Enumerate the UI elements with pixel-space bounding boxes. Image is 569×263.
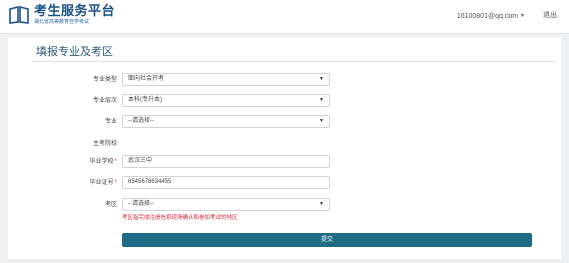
certificate-no-input[interactable]: 6545678634455 bbox=[122, 176, 330, 189]
chevron-down-icon: ▼ bbox=[319, 201, 324, 207]
certificate-no-value: 6545678634455 bbox=[128, 179, 172, 185]
exam-area-value: --请选择-- bbox=[128, 201, 154, 207]
user-email: 16100801@qq.com bbox=[456, 13, 519, 20]
app-title: 考生服务平台 bbox=[34, 3, 116, 18]
chevron-down-icon: ▼ bbox=[319, 97, 324, 103]
major-level-select[interactable]: 本科(专升本) ▼ bbox=[122, 94, 330, 107]
major-label: 专业 bbox=[104, 119, 117, 125]
major-value: --请选择-- bbox=[128, 118, 154, 124]
required-mark: * bbox=[114, 180, 117, 186]
title-divider bbox=[32, 61, 556, 62]
top-bar: 考生服务平台 湖北省高等教育自学考试 16100801@qq.com ▼ 退出 bbox=[0, 0, 569, 34]
exam-area-hint: 考区指完成注册信息现场确认和参加考试的地区 bbox=[122, 215, 238, 221]
graduate-school-label: 毕业学校* bbox=[89, 159, 117, 165]
major-type-label: 专业类型 bbox=[92, 77, 117, 83]
exam-area-select[interactable]: --请选择-- ▼ bbox=[122, 198, 330, 211]
book-icon bbox=[9, 6, 29, 24]
major-type-value: 面向社会开考 bbox=[128, 76, 165, 82]
user-menu[interactable]: 16100801@qq.com ▼ bbox=[457, 11, 525, 22]
school-section-label: 主考院校 bbox=[92, 141, 117, 147]
graduate-school-input[interactable]: 武汉三中 bbox=[122, 155, 330, 168]
submit-button[interactable]: 提交 bbox=[122, 233, 532, 247]
required-mark: * bbox=[114, 159, 117, 165]
major-level-label: 专业层次 bbox=[92, 98, 117, 104]
major-level-value: 本科(专升本) bbox=[128, 97, 162, 103]
graduate-school-value: 武汉三中 bbox=[128, 158, 153, 164]
certificate-no-label: 毕业证号* bbox=[89, 180, 117, 186]
form-card: 填报专业及考区 专业类型 面向社会开考 ▼ 专业层次 本科(专升本) ▼ 专业 … bbox=[8, 37, 561, 259]
page-title: 填报专业及考区 bbox=[36, 46, 113, 58]
chevron-down-icon: ▼ bbox=[520, 13, 525, 19]
exam-area-label: 考区 bbox=[104, 202, 117, 208]
chevron-down-icon: ▼ bbox=[319, 118, 324, 124]
chevron-down-icon: ▼ bbox=[319, 76, 324, 82]
app-subtitle: 湖北省高等教育自学考试 bbox=[34, 19, 90, 25]
major-select[interactable]: --请选择-- ▼ bbox=[122, 115, 330, 128]
major-type-select[interactable]: 面向社会开考 ▼ bbox=[122, 73, 330, 86]
logout-link[interactable]: 退出 bbox=[543, 11, 557, 21]
